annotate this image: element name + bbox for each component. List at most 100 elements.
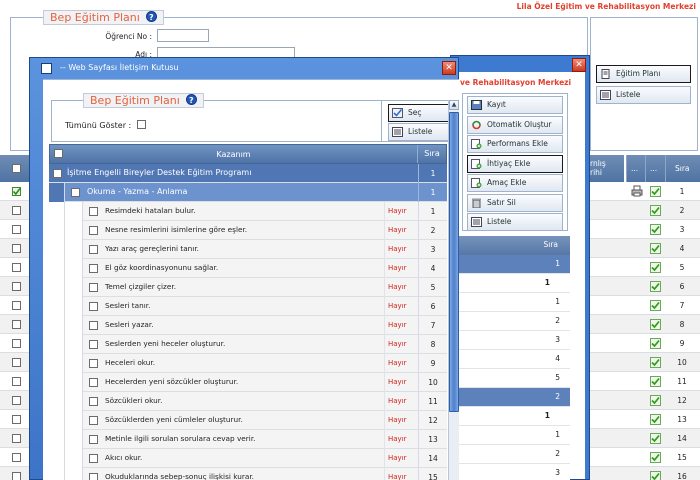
education-plan-button[interactable]: Eğitim Planı: [596, 65, 691, 83]
approved-check-icon[interactable]: [650, 433, 661, 444]
kazanim-row[interactable]: Sözcükleri okur. Hayır 11: [49, 392, 447, 411]
row-checkbox[interactable]: [12, 434, 21, 443]
back-dialog-i-htiya-eklebutton[interactable]: İhtiyaç Ekle: [467, 154, 563, 173]
kazanim-checkbox[interactable]: [89, 264, 98, 273]
row-checkbox[interactable]: [12, 472, 21, 480]
kazanim-checkbox[interactable]: [89, 359, 98, 368]
kazanim-checkbox[interactable]: [89, 245, 98, 254]
row-checkbox[interactable]: [12, 225, 21, 234]
kazanim-checkbox[interactable]: [89, 283, 98, 292]
select-all-checkbox[interactable]: [12, 164, 21, 173]
kazanim-row[interactable]: Temel çizgiler çizer. Hayır 5: [49, 278, 447, 297]
approved-check-icon[interactable]: [650, 243, 661, 254]
help-icon[interactable]: ?: [145, 11, 157, 22]
kazanim-checkbox[interactable]: [89, 378, 98, 387]
kazanim-row[interactable]: Resimdeki hataları bulur. Hayır 1: [49, 202, 447, 221]
back-dialog-row[interactable]: 4: [456, 350, 570, 369]
row-checkbox[interactable]: [12, 415, 21, 424]
kazanim-row[interactable]: Sözcüklerden yeni cümleler oluşturur. Hay…: [49, 411, 447, 430]
kazanim-row[interactable]: Hecelerden yeni sözcükler oluşturur. Hayı…: [49, 373, 447, 392]
program-group-checkbox[interactable]: [53, 169, 62, 178]
row-checkbox[interactable]: [12, 339, 21, 348]
kazanim-checkbox[interactable]: [89, 207, 98, 216]
approved-check-icon[interactable]: [650, 357, 661, 368]
kazanim-checkbox[interactable]: [89, 416, 98, 425]
list-button[interactable]: Listele: [388, 123, 449, 141]
kazanim-checkbox[interactable]: [89, 321, 98, 330]
bg-list-button[interactable]: Listele: [596, 86, 691, 104]
student-no-input[interactable]: [157, 29, 209, 42]
back-dialog-row[interactable]: 2: [456, 312, 570, 331]
kazanim-checkbox[interactable]: [89, 397, 98, 406]
dialog-help-icon[interactable]: ?: [185, 94, 197, 105]
kazanim-checkbox[interactable]: [89, 302, 98, 311]
kazanim-row[interactable]: Yazı araç gereçlerini tanır. Hayır 3: [49, 240, 447, 259]
approved-check-icon[interactable]: [650, 471, 661, 480]
row-checkbox[interactable]: [12, 301, 21, 310]
kazanim-row[interactable]: Sesleri yazar. Hayır 7: [49, 316, 447, 335]
approved-check-icon[interactable]: [650, 186, 661, 197]
kazanim-row[interactable]: Akıcı okur. Hayır 14: [49, 449, 447, 468]
row-checkbox[interactable]: [12, 358, 21, 367]
approved-check-icon[interactable]: [650, 224, 661, 235]
kazanim-row[interactable]: Okuduklarında sebep-sonuç ilişkisi kurar…: [49, 468, 447, 480]
subgroup-checkbox[interactable]: [71, 188, 80, 197]
row-checkbox[interactable]: [12, 187, 21, 196]
kazanim-checkbox[interactable]: [89, 473, 98, 480]
back-dialog-close-icon[interactable]: ✕: [572, 58, 586, 72]
kazanim-row[interactable]: El göz koordinasyonunu sağlar. Hayır 4: [49, 259, 447, 278]
kazanim-row[interactable]: Metinle ilgili sorulan sorulara cevap ve…: [49, 430, 447, 449]
back-dialog-row[interactable]: 1: [456, 274, 570, 293]
row-checkbox[interactable]: [12, 396, 21, 405]
select-button[interactable]: Seç: [388, 104, 449, 122]
row-checkbox[interactable]: [12, 320, 21, 329]
row-checkbox[interactable]: [12, 377, 21, 386]
back-dialog-row[interactable]: 1: [456, 293, 570, 312]
row-checkbox[interactable]: [12, 453, 21, 462]
kazanim-checkbox[interactable]: [89, 340, 98, 349]
back-dialog-kay-tbutton[interactable]: Kayıt: [467, 96, 563, 114]
approved-check-icon[interactable]: [650, 205, 661, 216]
approved-check-icon[interactable]: [650, 300, 661, 311]
approved-check-icon[interactable]: [650, 338, 661, 349]
kazanim-row[interactable]: Sesleri tanır. Hayır 6: [49, 297, 447, 316]
kazanim-checkbox[interactable]: [89, 435, 98, 444]
dialog-titlebar[interactable]: -- Web Sayfası İletişim Kutusu ✕: [30, 58, 458, 78]
back-dialog-row[interactable]: 1: [456, 255, 570, 274]
back-dialog-row[interactable]: 1: [456, 407, 570, 426]
approved-check-icon[interactable]: [650, 414, 661, 425]
kazanim-row[interactable]: Heceleri okur. Hayır 9: [49, 354, 447, 373]
row-checkbox[interactable]: [12, 244, 21, 253]
approved-check-icon[interactable]: [650, 376, 661, 387]
kazanim-checkbox[interactable]: [89, 454, 98, 463]
scroll-up-icon[interactable]: ▲: [449, 100, 459, 110]
approved-check-icon[interactable]: [650, 395, 661, 406]
printer-icon[interactable]: [631, 185, 643, 199]
back-dialog-performans-eklebutton[interactable]: Performans Ekle: [467, 135, 563, 153]
approved-check-icon[interactable]: [650, 262, 661, 273]
back-dialog-row[interactable]: 3: [456, 331, 570, 350]
program-group-row[interactable]: İşitme Engelli Bireyler Destek Eğitim Pr…: [49, 164, 447, 183]
back-dialog-row[interactable]: 2: [456, 445, 570, 464]
row-checkbox[interactable]: [12, 206, 21, 215]
back-dialog-row[interactable]: 5: [456, 369, 570, 388]
back-dialog-sat-r-silbutton[interactable]: Satır Sil: [467, 193, 563, 212]
kazanim-row[interactable]: Nesne resimlerini isimlerine göre eşler.…: [49, 221, 447, 240]
kazanim-checkbox[interactable]: [89, 226, 98, 235]
row-checkbox[interactable]: [12, 282, 21, 291]
approved-check-icon[interactable]: [650, 281, 661, 292]
back-dialog-row[interactable]: 1: [456, 426, 570, 445]
dialog-close-icon[interactable]: ✕: [442, 61, 456, 75]
back-dialog-ama-eklebutton[interactable]: Amaç Ekle: [467, 174, 563, 192]
subgroup-row[interactable]: Okuma - Yazma - Anlama 1: [49, 183, 447, 202]
back-dialog-row[interactable]: 3: [456, 464, 570, 480]
dialog-scrollbar[interactable]: ▲: [448, 100, 459, 480]
show-all-checkbox[interactable]: [137, 120, 146, 129]
scroll-thumb[interactable]: [449, 112, 459, 412]
kazanim-row[interactable]: Seslerden yeni heceler oluşturur. Hayır 8: [49, 335, 447, 354]
back-dialog-listelebutton[interactable]: Listele: [467, 213, 563, 231]
row-checkbox[interactable]: [12, 263, 21, 272]
approved-check-icon[interactable]: [650, 452, 661, 463]
back-dialog-row[interactable]: 2: [456, 388, 570, 407]
approved-check-icon[interactable]: [650, 319, 661, 330]
